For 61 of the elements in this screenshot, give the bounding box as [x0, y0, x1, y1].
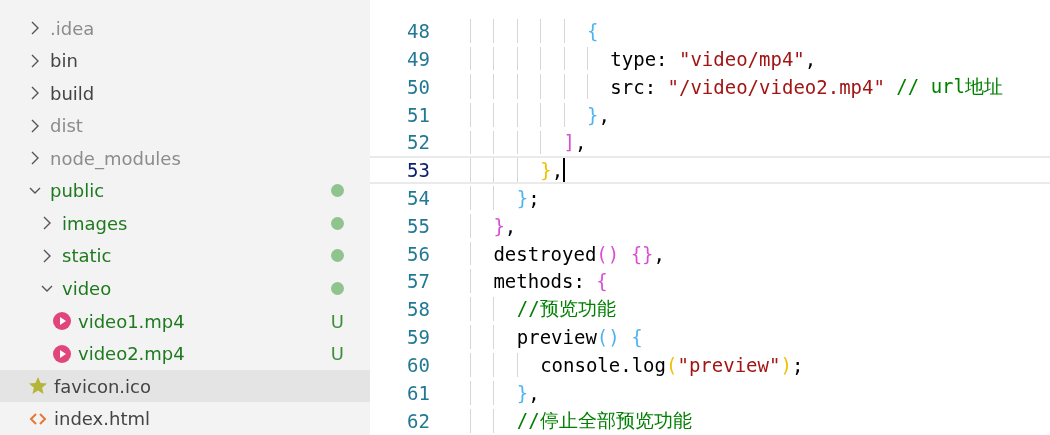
code-line: },	[470, 380, 540, 405]
tree-item[interactable]: dist	[0, 109, 370, 143]
line-number: 53	[406, 159, 430, 182]
line-number: 48	[406, 19, 430, 42]
code-line: },	[470, 213, 517, 238]
line-number: 56	[406, 242, 430, 265]
code-line: console.log("preview");	[470, 353, 804, 377]
code-line: type: "video/mp4",	[470, 46, 817, 71]
line-number: 61	[406, 381, 430, 404]
file-name: video	[62, 278, 113, 299]
code-line: src: "/video/video2.mp4" // url地址	[470, 74, 1003, 99]
file-name: node_modules	[50, 147, 182, 169]
file-name: favicon.ico	[54, 375, 152, 397]
tree-item[interactable]: static	[0, 239, 370, 273]
code-line: methods: {	[470, 269, 608, 294]
tree-item[interactable]: images	[0, 207, 370, 240]
tree-item[interactable]: .idea	[0, 12, 370, 45]
file-name: images	[62, 212, 129, 234]
line-number: 62	[406, 409, 430, 432]
tree-item[interactable]: node_modules	[0, 142, 370, 175]
code-line: },	[470, 158, 566, 183]
tree-item[interactable]: bin	[0, 44, 370, 78]
line-number: 49	[406, 47, 430, 70]
line-number: 51	[406, 103, 430, 126]
line-number: 50	[406, 75, 430, 98]
code-line: //停止全部预览功能	[470, 408, 692, 433]
line-number: 54	[406, 187, 430, 210]
tree-item[interactable]: video2.mp4 U	[0, 337, 370, 370]
line-number: 57	[406, 270, 430, 293]
line-number: 55	[406, 214, 430, 237]
code-line: },	[470, 102, 610, 127]
file-name: video1.mp4	[78, 310, 186, 332]
play-icon	[52, 311, 72, 332]
file-name: dist	[50, 115, 84, 137]
tree-item[interactable]: video1.mp4 U	[0, 304, 370, 338]
git-status-label: U	[330, 310, 344, 332]
file-name: build	[50, 82, 96, 104]
line-number: 60	[406, 354, 430, 377]
code-line: destroyed() {},	[470, 241, 665, 266]
file-name: video2.mp4	[78, 343, 186, 365]
line-number: 52	[406, 131, 430, 154]
line-number: 59	[406, 326, 430, 349]
code-line: };	[470, 186, 540, 210]
play-icon	[52, 343, 72, 364]
code-line: //预览功能	[470, 297, 616, 322]
file-name: static	[62, 245, 113, 267]
star-icon	[28, 376, 48, 397]
git-status-label: U	[330, 343, 344, 365]
file-name: index.html	[54, 408, 151, 430]
file-name: bin	[50, 50, 79, 72]
code-line: {	[470, 19, 599, 43]
line-number: 58	[406, 298, 430, 321]
code-line: preview() {	[470, 325, 643, 350]
file-name: .idea	[50, 17, 96, 39]
tree-item[interactable]: build	[0, 77, 370, 110]
tree-item[interactable]: video	[0, 272, 370, 305]
tree-item[interactable]: public	[0, 174, 370, 208]
code-line: ],	[470, 130, 587, 155]
file-name: public	[50, 180, 106, 202]
tree-item[interactable]: index.html	[0, 402, 370, 435]
tree-item[interactable]: favicon.ico	[0, 369, 370, 403]
